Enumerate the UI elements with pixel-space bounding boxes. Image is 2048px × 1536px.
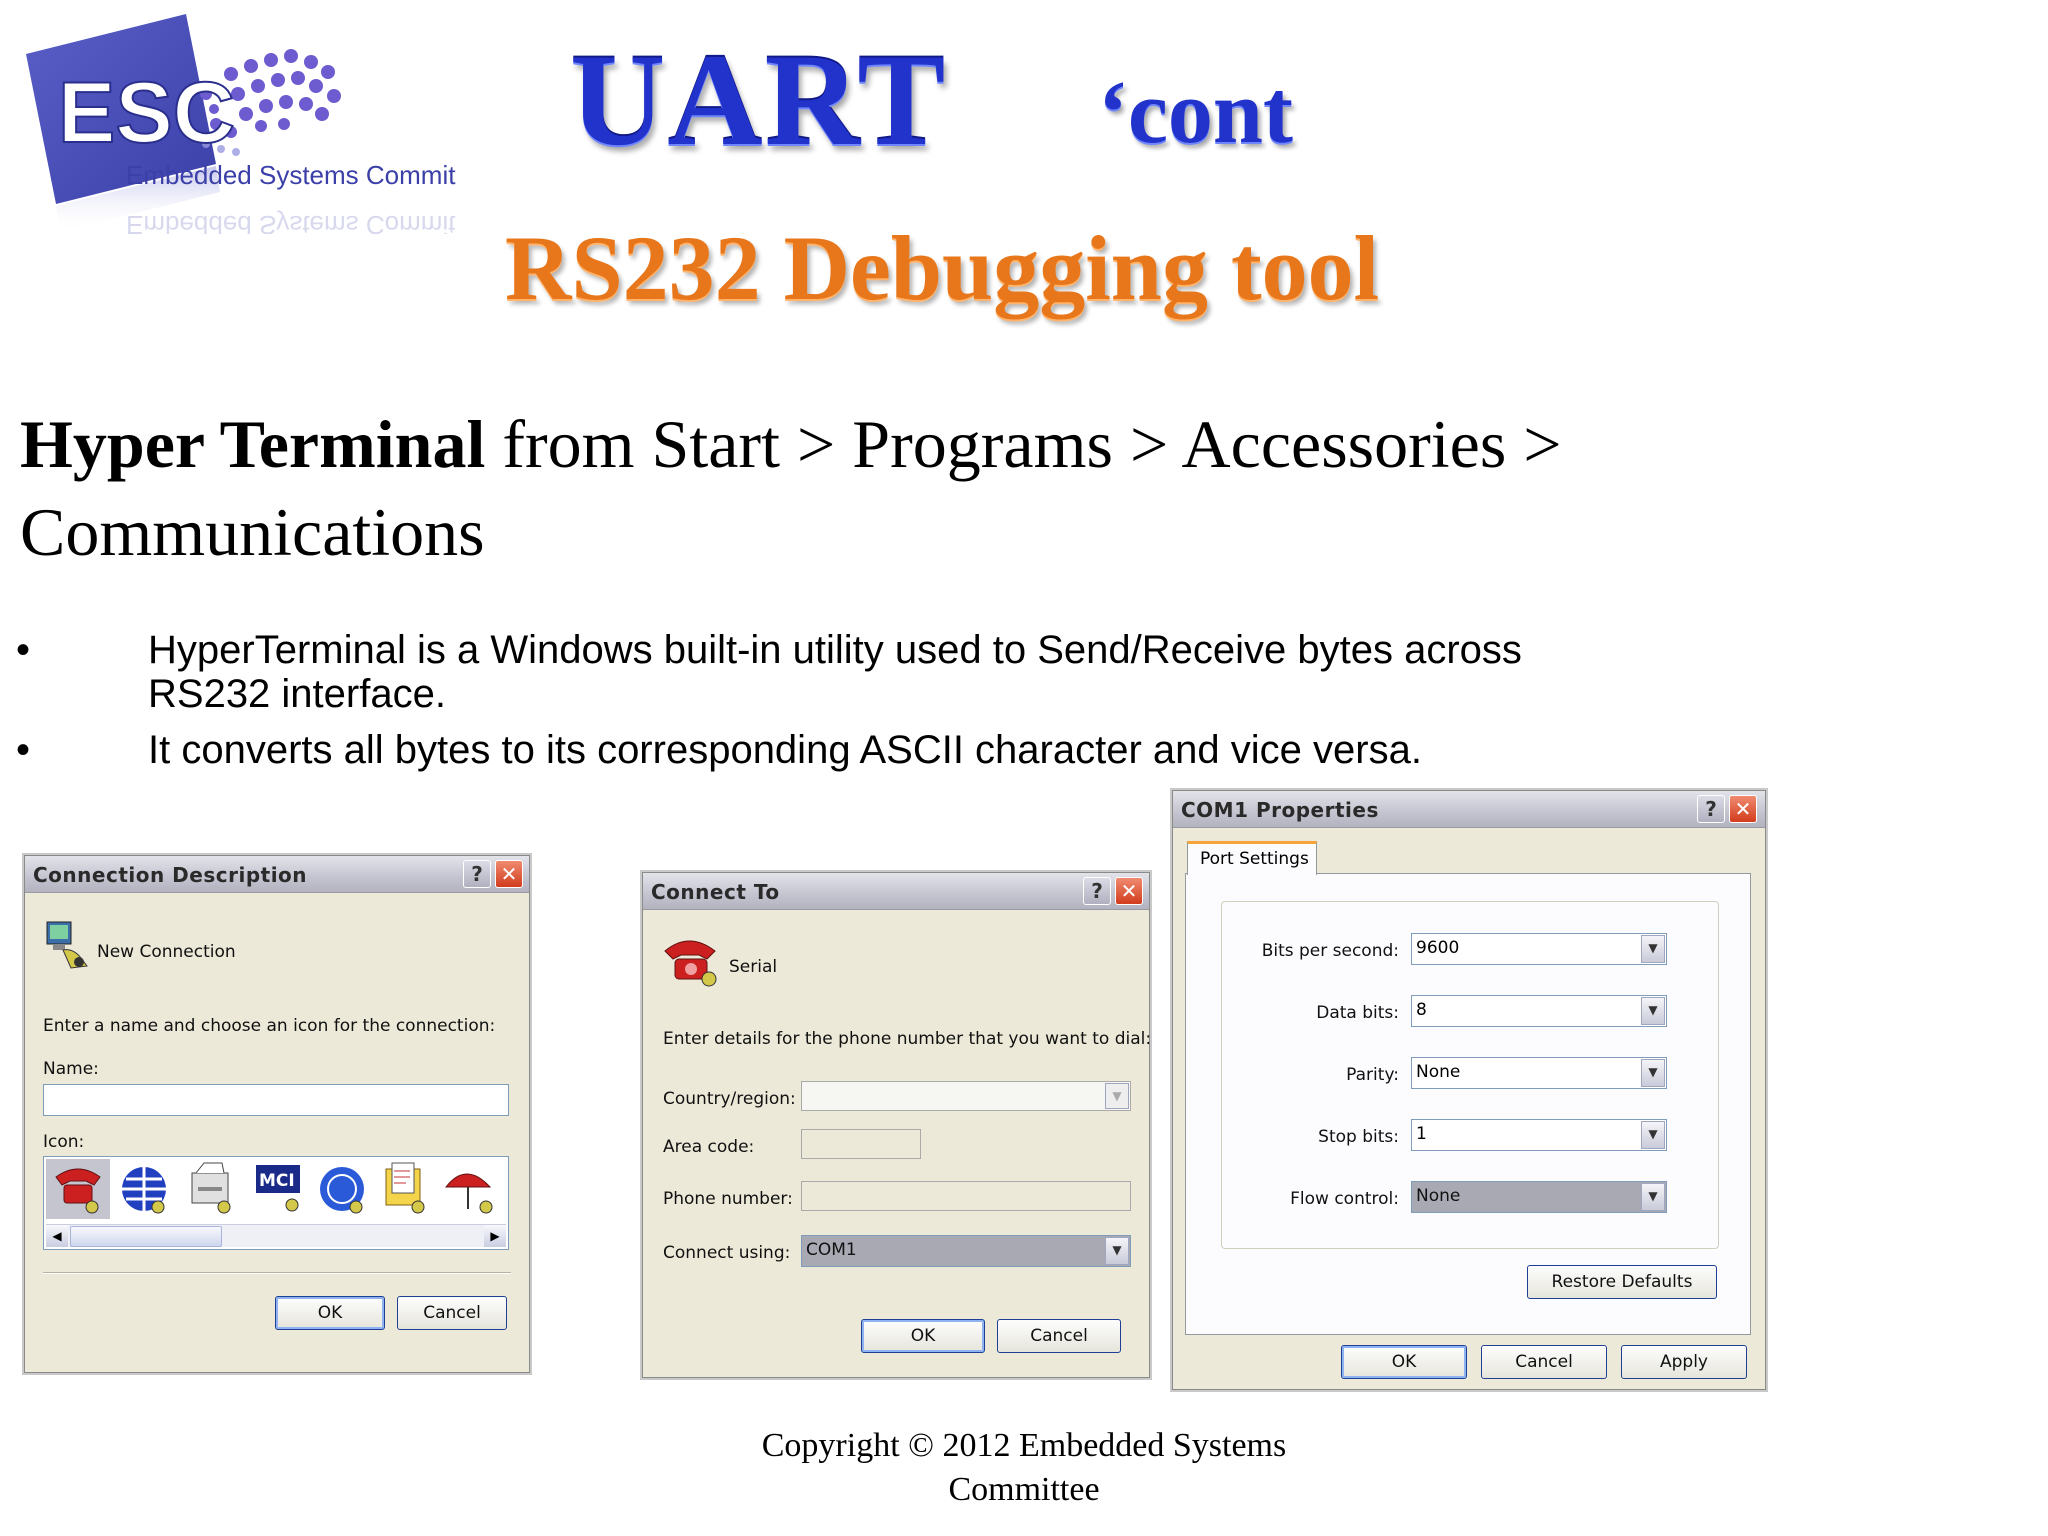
- slide-subtitle: RS232 Debugging tool: [505, 217, 1380, 319]
- area-code-label: Area code:: [663, 1137, 755, 1157]
- ok-button[interactable]: OK: [861, 1319, 985, 1353]
- country-label: Country/region:: [663, 1089, 796, 1109]
- mci-icon[interactable]: MCI: [256, 1165, 300, 1212]
- mci-icon-text: MCI: [259, 1171, 295, 1191]
- name-label: Name:: [43, 1059, 99, 1079]
- help-button[interactable]: ?: [463, 860, 491, 888]
- umbrella-icon[interactable]: [444, 1173, 493, 1214]
- divider: [43, 1272, 511, 1274]
- connect-using-select[interactable]: COM1 ▼: [801, 1235, 1131, 1267]
- ge-globe-icon[interactable]: [320, 1167, 364, 1214]
- tab-label: Port Settings: [1200, 849, 1309, 869]
- logo-text: ESC: [58, 65, 235, 161]
- cancel-button[interactable]: Cancel: [997, 1319, 1121, 1353]
- ok-button[interactable]: OK: [275, 1296, 385, 1330]
- logo-caption-reflection: Embedded Systems Committee: [126, 210, 456, 234]
- logo-caption: Embedded Systems Committee: [126, 160, 456, 190]
- phone-icon: [664, 940, 717, 987]
- chevron-down-icon[interactable]: ▼: [1105, 1083, 1129, 1109]
- flow-control-value: None: [1416, 1186, 1461, 1206]
- close-button[interactable]: ✕: [495, 860, 523, 888]
- dialog-title: Connect To: [651, 880, 780, 904]
- copyright-line-2: Committee: [948, 1471, 1100, 1508]
- scroll-right-icon[interactable]: ▶: [484, 1225, 506, 1247]
- cancel-button[interactable]: Cancel: [397, 1296, 507, 1330]
- title-bar[interactable]: COM1 Properties ? ✕: [1173, 791, 1765, 828]
- close-button[interactable]: ✕: [1115, 877, 1143, 905]
- esc-logo-graphic: ESC Embedded Systems Committee Embedded …: [26, 14, 492, 240]
- title-bar[interactable]: Connect To ? ✕: [643, 873, 1149, 910]
- connect-to-dialog: Connect To ? ✕ Serial Enter details for …: [642, 872, 1152, 1378]
- help-button[interactable]: ?: [1083, 877, 1111, 905]
- connection-name-label: Serial: [729, 957, 778, 977]
- fax-icon[interactable]: [191, 1162, 231, 1214]
- flow-control-label: Flow control:: [1290, 1189, 1399, 1209]
- slide-title-suffix: ‘cont: [1098, 63, 1293, 162]
- stop-bits-value: 1: [1416, 1124, 1427, 1144]
- country-select[interactable]: ▼: [801, 1081, 1131, 1111]
- dialog-title: Connection Description: [33, 863, 308, 887]
- chevron-down-icon[interactable]: ▼: [1641, 997, 1665, 1025]
- parity-value: None: [1416, 1062, 1461, 1082]
- horizontal-scrollbar[interactable]: ◀ ▶: [46, 1224, 506, 1247]
- scroll-thumb[interactable]: [70, 1226, 222, 1247]
- copyright-line-1: Copyright © 2012 Embedded Systems: [761, 1427, 1287, 1464]
- cancel-button[interactable]: Cancel: [1481, 1345, 1607, 1379]
- globe-icon[interactable]: [122, 1167, 166, 1214]
- bullet-mark: •: [16, 628, 31, 672]
- chevron-down-icon[interactable]: ▼: [1641, 1059, 1665, 1087]
- icon-label: Icon:: [43, 1132, 85, 1152]
- title-bar[interactable]: Connection Description ? ✕: [25, 856, 529, 893]
- bullet-text: HyperTerminal is a Windows built-in util…: [148, 628, 1522, 716]
- data-bits-label: Data bits:: [1316, 1003, 1399, 1023]
- com1-properties-dialog: COM1 Properties ? ✕ Port Settings Bits p…: [1172, 790, 1766, 1390]
- slide-title: UART: [570, 26, 948, 173]
- name-input[interactable]: [43, 1084, 509, 1116]
- bits-per-second-value: 9600: [1416, 938, 1460, 958]
- bits-per-second-select[interactable]: 9600 ▼: [1411, 933, 1667, 965]
- tab-port-settings[interactable]: Port Settings: [1187, 841, 1317, 875]
- icon-list[interactable]: MCI ◀ ▶: [43, 1156, 509, 1250]
- esc-logo: ESC Embedded Systems Committee Embedded …: [16, 14, 492, 240]
- ok-button[interactable]: OK: [1341, 1345, 1467, 1379]
- restore-defaults-button[interactable]: Restore Defaults: [1527, 1265, 1717, 1299]
- stop-bits-label: Stop bits:: [1318, 1127, 1399, 1147]
- parity-label: Parity:: [1346, 1065, 1399, 1085]
- chevron-down-icon[interactable]: ▼: [1641, 935, 1665, 963]
- bullet-mark: •: [16, 728, 31, 772]
- scroll-left-icon[interactable]: ◀: [46, 1225, 68, 1247]
- connection-description-dialog: Connection Description ? ✕ New Connectio…: [24, 855, 530, 1373]
- connect-using-label: Connect using:: [663, 1243, 791, 1263]
- instruction-text: Enter a name and choose an icon for the …: [43, 1016, 496, 1036]
- help-button[interactable]: ?: [1697, 795, 1725, 823]
- heading-bold: Hyper Terminal: [20, 406, 486, 482]
- chevron-down-icon[interactable]: ▼: [1641, 1183, 1665, 1211]
- flow-control-select[interactable]: None ▼: [1411, 1181, 1667, 1213]
- footer: Copyright © 2012 Embedded Systems Commit…: [0, 1424, 2048, 1512]
- connection-name-label: New Connection: [97, 942, 236, 962]
- chevron-down-icon[interactable]: ▼: [1105, 1237, 1129, 1265]
- close-button[interactable]: ✕: [1729, 795, 1757, 823]
- icon-strip: MCI: [46, 1159, 493, 1219]
- phone-number-label: Phone number:: [663, 1189, 793, 1209]
- bits-per-second-label: Bits per second:: [1261, 941, 1399, 961]
- dialog-title: COM1 Properties: [1181, 798, 1379, 822]
- connect-using-value: COM1: [806, 1240, 857, 1260]
- area-code-input[interactable]: [801, 1129, 921, 1159]
- stop-bits-select[interactable]: 1 ▼: [1411, 1119, 1667, 1151]
- folder-icon[interactable]: [385, 1162, 425, 1214]
- data-bits-value: 8: [1416, 1000, 1427, 1020]
- heading: Hyper Terminal from Start > Programs > A…: [20, 400, 1720, 576]
- phone-number-input[interactable]: [801, 1181, 1131, 1211]
- new-connection-icon: [46, 921, 88, 969]
- apply-button[interactable]: Apply: [1621, 1345, 1747, 1379]
- chevron-down-icon[interactable]: ▼: [1641, 1121, 1665, 1149]
- parity-select[interactable]: None ▼: [1411, 1057, 1667, 1089]
- instruction-text: Enter details for the phone number that …: [663, 1029, 1152, 1049]
- bullet-text: It converts all bytes to its correspondi…: [148, 728, 1422, 772]
- data-bits-select[interactable]: 8 ▼: [1411, 995, 1667, 1027]
